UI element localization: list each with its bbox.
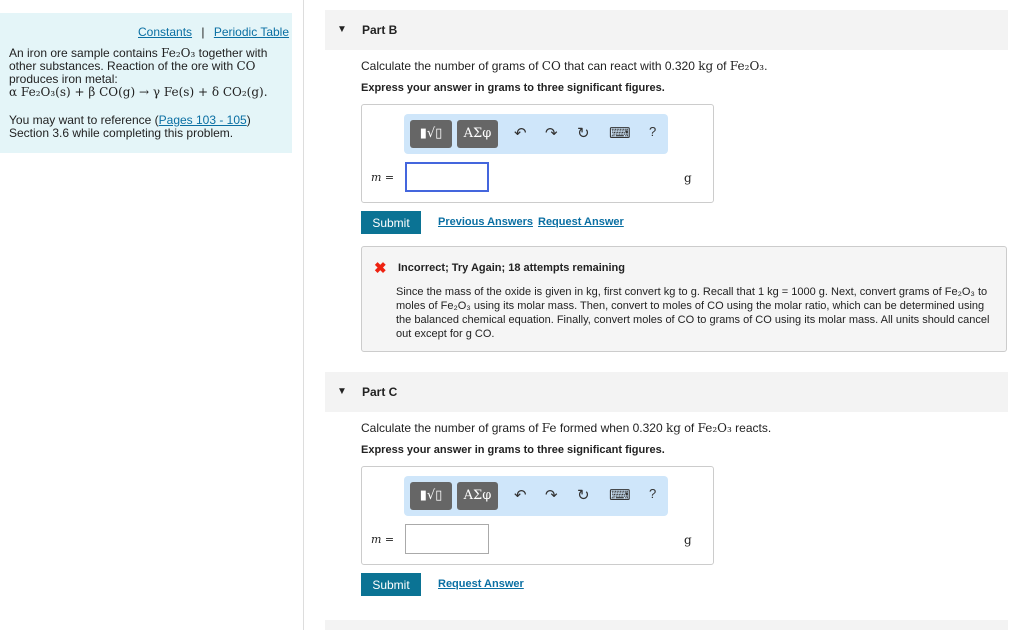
formula-co: CO — [541, 59, 561, 73]
variable-label: m = — [371, 171, 395, 184]
math-toolbar: ▮√▯ ΑΣφ ↶ ↷ ↻ ⌨ ? — [404, 476, 668, 516]
pages-link[interactable]: Pages 103 - 105 — [159, 113, 247, 127]
link-separator: | — [201, 25, 205, 39]
request-answer-link[interactable]: Request Answer — [438, 578, 524, 590]
question-text: of — [713, 59, 730, 73]
part-b-instructions: Express your answer in grams to three si… — [361, 82, 665, 94]
divider — [303, 0, 304, 630]
question-text: Calculate the number of grams of — [361, 59, 542, 73]
collapse-triangle-icon[interactable]: ▼ — [337, 24, 347, 35]
constants-link[interactable]: Constants — [138, 25, 192, 39]
feedback-text: Since the mass of the oxide is given in … — [396, 286, 990, 340]
unit-kg: kg — [698, 59, 714, 73]
formula-fe2o3: Fe₂O₃ — [697, 421, 732, 435]
part-c-header[interactable]: ▼ Part C — [325, 372, 1008, 412]
templates-button[interactable]: ▮√▯ — [410, 120, 452, 148]
part-c-question: Calculate the number of grams of Fe form… — [361, 421, 771, 435]
submit-button[interactable]: Submit — [361, 211, 421, 234]
part-c-answer-box: ▮√▯ ΑΣφ ↶ ↷ ↻ ⌨ ? m = g — [361, 466, 714, 565]
answer-input[interactable] — [405, 524, 489, 554]
part-b-header[interactable]: ▼ Part B — [325, 10, 1008, 50]
part-b-answer-box: ▮√▯ ΑΣφ ↶ ↷ ↻ ⌨ ? m = g — [361, 104, 714, 203]
undo-icon[interactable]: ↶ — [514, 124, 527, 142]
unit-kg: kg — [665, 421, 681, 435]
question-text: Calculate the number of grams of — [361, 421, 542, 435]
formula-fe2o3: Fe₂O₃ — [729, 59, 765, 73]
unit-label: g — [684, 533, 692, 547]
math-toolbar: ▮√▯ ΑΣφ ↶ ↷ ↻ ⌨ ? — [404, 114, 668, 154]
collapse-triangle-icon[interactable]: ▼ — [337, 386, 347, 397]
part-c-title: Part C — [362, 385, 398, 399]
incorrect-x-icon: ✖ — [374, 260, 387, 277]
problem-intro-panel: Constants | Periodic Table An iron ore s… — [0, 13, 292, 153]
question-text: . — [764, 59, 768, 73]
submit-button[interactable]: Submit — [361, 573, 421, 596]
formula-co: CO — [236, 59, 256, 73]
reference-text: You may want to reference (Pages 103 - 1… — [9, 114, 284, 140]
part-b-question: Calculate the number of grams of CO that… — [361, 59, 767, 73]
question-text: reacts. — [731, 421, 772, 435]
greek-symbols-button[interactable]: ΑΣφ — [457, 120, 498, 148]
templates-button[interactable]: ▮√▯ — [410, 482, 452, 510]
question-text: formed when 0.320 — [556, 421, 666, 435]
request-answer-link[interactable]: Request Answer — [538, 216, 624, 228]
undo-icon[interactable]: ↶ — [514, 486, 527, 504]
formula-fe2o3: Fe₂O₃ — [161, 46, 196, 60]
periodic-table-link[interactable]: Periodic Table — [214, 25, 289, 39]
next-part-header — [325, 620, 1008, 630]
question-text: of — [680, 421, 698, 435]
reference-text-1: You may want to reference ( — [9, 113, 159, 127]
part-c-instructions: Express your answer in grams to three si… — [361, 444, 665, 456]
part-b-title: Part B — [362, 23, 398, 37]
help-icon[interactable]: ? — [649, 486, 656, 501]
reaction-equation: α Fe₂O₃(s) + β CO(g) → γ Fe(s) + δ CO₂(g… — [9, 85, 268, 99]
greek-symbols-button[interactable]: ΑΣφ — [457, 482, 498, 510]
keyboard-icon[interactable]: ⌨ — [609, 486, 631, 504]
intro-text-1: An iron ore sample contains — [9, 46, 162, 60]
formula-fe: Fe — [541, 421, 557, 435]
redo-icon[interactable]: ↷ — [545, 486, 558, 504]
feedback-box: ✖ Incorrect; Try Again; 18 attempts rema… — [361, 246, 1007, 352]
feedback-title: Incorrect; Try Again; 18 attempts remain… — [398, 262, 625, 274]
reset-icon[interactable]: ↻ — [577, 124, 590, 142]
question-text: that can react with 0.320 — [560, 59, 699, 73]
answer-input[interactable] — [405, 162, 489, 192]
help-icon[interactable]: ? — [649, 124, 656, 139]
variable-label: m = — [371, 533, 395, 546]
unit-label: g — [684, 171, 692, 185]
redo-icon[interactable]: ↷ — [545, 124, 558, 142]
intro-text: An iron ore sample contains Fe₂O₃ togeth… — [9, 47, 284, 99]
reset-icon[interactable]: ↻ — [577, 486, 590, 504]
intro-text-3: produces iron metal: — [9, 72, 118, 86]
keyboard-icon[interactable]: ⌨ — [609, 124, 631, 142]
previous-answers-link[interactable]: Previous Answers — [438, 216, 533, 228]
